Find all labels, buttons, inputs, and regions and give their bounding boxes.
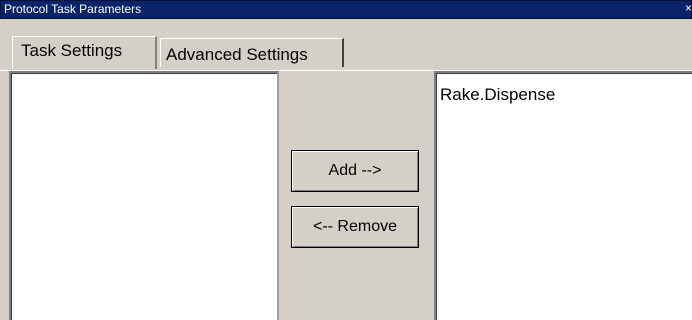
close-icon[interactable]: × bbox=[685, 1, 692, 15]
title-bar: Protocol Task Parameters × bbox=[0, 0, 692, 19]
tab-strip: Task Settings Advanced Settings bbox=[0, 19, 692, 71]
remove-button[interactable]: <-- Remove bbox=[291, 206, 419, 248]
selected-tasks-list[interactable]: Rake.Dispense bbox=[434, 71, 692, 320]
tab-label: Task Settings bbox=[21, 41, 123, 60]
window-title: Protocol Task Parameters bbox=[4, 2, 142, 16]
tab-task-settings[interactable]: Task Settings bbox=[12, 36, 157, 69]
tab-label: Advanced Settings bbox=[166, 45, 308, 64]
available-tasks-list[interactable] bbox=[9, 71, 279, 320]
tab-advanced-settings[interactable]: Advanced Settings bbox=[160, 38, 344, 67]
add-button[interactable]: Add --> bbox=[291, 150, 419, 192]
list-item[interactable]: Rake.Dispense bbox=[440, 85, 555, 105]
